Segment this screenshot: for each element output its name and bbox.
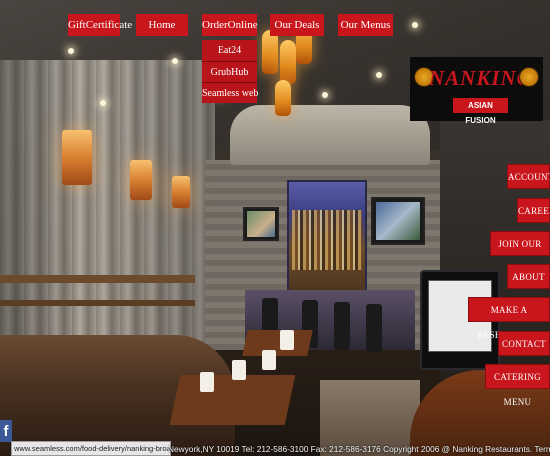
tv-screen-left [243,207,279,241]
booth-rail [0,275,195,283]
ceiling-spotlight [322,92,328,98]
ceiling-spotlight [68,48,74,54]
ceiling-spotlight [412,22,418,28]
nav-order-online[interactable]: OrderOnline [202,14,258,36]
wall-sconce [172,176,190,208]
napkin [280,330,294,350]
ceiling-soffit [230,105,430,165]
dropdown-item-eat24[interactable]: Eat24 [202,40,257,61]
dropdown-item-seamless[interactable]: Seamless web [202,82,258,103]
side-menu-join-our-club[interactable]: JOIN OUR CLUB [490,231,550,274]
nav-gift-certificate[interactable]: GiftCertificate [68,14,132,36]
tv-screen-right [371,197,425,245]
side-menu-career[interactable]: CAREER [517,198,550,223]
side-menu-about-us[interactable]: ABOUT US [507,264,550,307]
dragon-emblem-icon [519,67,539,87]
order-online-dropdown: Eat24 GrubHub Seamless web [202,40,258,103]
side-menu-account[interactable]: ACCOUNT [507,164,550,189]
facebook-icon[interactable]: f [0,420,12,442]
napkin [200,372,214,392]
nav-home[interactable]: Home [136,14,188,36]
bar-stool [366,304,382,352]
booth-rail [0,300,195,306]
nav-our-menus[interactable]: Our Menus [338,14,393,36]
pendant-lamp [275,80,291,116]
side-menu-catering-menu[interactable]: CATERING MENU [485,364,550,407]
wall-sconce [62,130,92,185]
ceiling-spotlight [172,58,178,64]
dining-table [169,375,296,425]
pendant-lamp [280,40,296,84]
browser-status-url: www.seamless.com/food-delivery/nanking-b… [11,441,171,456]
bar-bottles [292,210,362,270]
napkin [232,360,246,380]
nanking-logo[interactable]: NANKING ASIAN FUSION [410,57,543,125]
logo-tagline: ASIAN FUSION [453,98,508,125]
side-menu-contact-us[interactable]: CONTACT US [498,331,550,374]
footer-contact-copyright: Newyork,NY 10019 Tel: 212-586-3100 Fax: … [168,444,550,454]
pendant-lamp [262,30,278,74]
wall-sconce [130,160,152,200]
dropdown-item-grubhub[interactable]: GrubHub [202,61,257,82]
dining-table [242,330,313,356]
ceiling-spotlight [100,100,106,106]
bar-stool [334,302,350,350]
logo-wordmark: NANKING [429,66,533,90]
wall-shade [0,60,215,360]
nav-our-deals[interactable]: Our Deals [270,14,324,36]
ceiling-spotlight [376,72,382,78]
napkin [262,350,276,370]
side-menu-make-reservation[interactable]: MAKE A RESERVATION [468,297,550,340]
